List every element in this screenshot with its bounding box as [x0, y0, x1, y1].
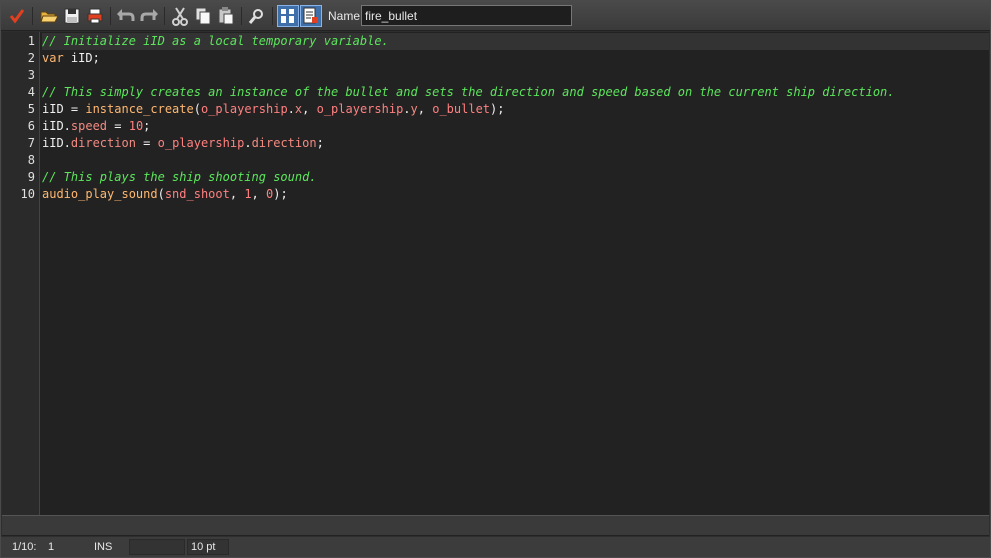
redo-button[interactable] [138, 5, 160, 27]
line-number: 7 [27, 136, 35, 150]
code-token: o_playership [316, 102, 404, 116]
code-line[interactable]: // This plays the ship shooting sound. [42, 169, 989, 186]
save-button[interactable] [61, 5, 83, 27]
toolbar-separator [110, 7, 111, 25]
code-token: ( [193, 102, 201, 116]
show-functions-button[interactable] [277, 5, 299, 27]
code-line[interactable]: audio_play_sound(snd_shoot, 1, 0); [42, 186, 989, 203]
cursor-position: 1/10: [12, 541, 37, 553]
script-name-input[interactable] [361, 5, 572, 26]
toolbar: Name: [1, 1, 990, 31]
print-icon [87, 8, 103, 24]
code-token: iID. [42, 119, 71, 133]
undo-button[interactable] [115, 5, 137, 27]
code-token: = [107, 119, 129, 133]
status-empty-field [129, 539, 185, 555]
horizontal-panel [2, 515, 989, 536]
show-snippets-button[interactable] [300, 5, 322, 27]
scissors-icon [172, 7, 188, 26]
line-number: 10 [20, 187, 35, 201]
function-list-icon [281, 9, 294, 23]
code-token: . [287, 102, 295, 116]
code-line[interactable] [42, 152, 989, 169]
line-number: 1 [27, 34, 35, 48]
open-button[interactable] [38, 5, 60, 27]
script-editor-window: Name: 1 2 3 4 5 6 7 8 9 10 // Initialize iID as a… [0, 0, 991, 558]
code-area[interactable]: // Initialize iID as a local temporary v… [42, 32, 989, 515]
code-token: direction [70, 136, 136, 150]
magnifier-icon [248, 9, 263, 24]
code-token: iID; [63, 51, 100, 65]
code-token: o_bullet [432, 102, 491, 116]
code-token: 1 [244, 187, 252, 201]
font-size-label: 10 pt [191, 541, 216, 553]
ok-button[interactable] [6, 5, 28, 27]
print-button[interactable] [84, 5, 106, 27]
code-token: // Initialize iID as a local temporary v… [42, 34, 389, 48]
code-token: ; [316, 136, 324, 150]
line-number: 3 [27, 68, 35, 82]
code-token: speed [70, 119, 108, 133]
code-token: iID = [42, 102, 86, 116]
code-editor[interactable]: 1 2 3 4 5 6 7 8 9 10 // Initialize iID as a local… [2, 32, 989, 515]
line-number: 8 [27, 153, 35, 167]
copy-button[interactable] [192, 5, 214, 27]
code-token: ( [157, 187, 165, 201]
code-token: , [251, 187, 266, 201]
toolbar-separator [164, 7, 165, 25]
code-line[interactable] [42, 67, 989, 84]
cut-button[interactable] [169, 5, 191, 27]
snippet-icon [303, 7, 318, 24]
code-line[interactable]: iID = instance_create(o_playership.x, o_… [42, 101, 989, 118]
code-line[interactable]: iID.speed = 10; [42, 118, 989, 135]
code-token: // This plays the ship shooting sound. [42, 170, 317, 184]
code-token: ); [273, 187, 288, 201]
save-disk-icon [64, 8, 80, 24]
status-bar: 1/10: 1 INS 10 pt [1, 537, 990, 557]
code-token: = [135, 136, 158, 150]
line-number: 4 [27, 85, 35, 99]
undo-icon [117, 9, 135, 21]
line-number: 2 [27, 51, 35, 65]
line-number: 9 [27, 170, 35, 184]
open-folder-icon [40, 11, 59, 23]
code-token: , [229, 187, 245, 201]
code-token: . [403, 102, 411, 116]
paste-button[interactable] [215, 5, 237, 27]
code-line[interactable]: // Initialize iID as a local temporary v… [42, 33, 989, 50]
code-token: . [244, 136, 252, 150]
code-token: , [417, 102, 433, 116]
code-token: instance_create [85, 102, 194, 116]
code-token: , [302, 102, 317, 116]
code-line[interactable]: // This simply creates an instance of th… [42, 84, 989, 101]
redo-icon [140, 9, 158, 21]
find-button[interactable] [246, 5, 268, 27]
line-number: 5 [27, 102, 35, 116]
toolbar-separator [241, 7, 242, 25]
code-token: direction [251, 136, 317, 150]
code-token: y [410, 102, 418, 116]
copy-icon [195, 7, 211, 25]
code-token: o_playership [200, 102, 288, 116]
code-token: // This simply creates an instance of th… [42, 85, 895, 99]
code-line[interactable]: var iID; [42, 50, 989, 67]
code-token: snd_shoot [164, 187, 230, 201]
code-token: o_playership [157, 136, 245, 150]
code-token: iID. [42, 136, 71, 150]
code-line[interactable]: iID.direction = o_playership.direction; [42, 135, 989, 152]
code-token: ; [143, 119, 151, 133]
toolbar-separator [32, 7, 33, 25]
name-label: Name: [328, 9, 364, 23]
checkmark-icon [9, 9, 25, 24]
code-token: var [42, 51, 64, 65]
code-token: ); [490, 102, 505, 116]
code-token: 10 [128, 119, 144, 133]
line-number: 6 [27, 119, 35, 133]
code-token: audio_play_sound [42, 187, 158, 201]
cursor-column: 1 [48, 541, 55, 553]
toolbar-separator [272, 7, 273, 25]
insert-mode: INS [94, 541, 113, 553]
paste-icon [218, 7, 234, 25]
line-number-gutter: 1 2 3 4 5 6 7 8 9 10 [2, 32, 40, 515]
